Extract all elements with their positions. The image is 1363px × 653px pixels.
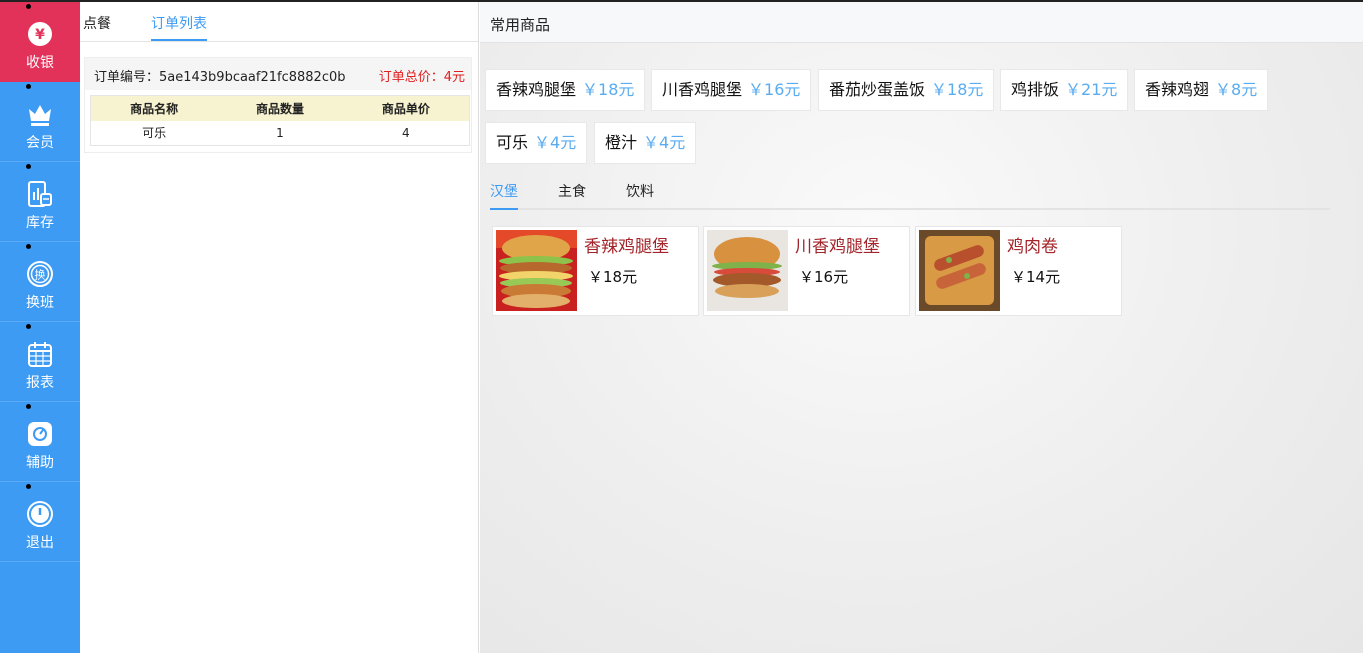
- product-card[interactable]: 鸡肉卷 ￥14元: [915, 226, 1122, 316]
- frequent-item[interactable]: 香辣鸡翅 ￥8元: [1134, 69, 1269, 111]
- product-name: 鸡肉卷: [1007, 237, 1058, 257]
- item-price-cell: 4: [342, 120, 470, 146]
- nav-marker: [26, 484, 31, 489]
- nav-marker: [26, 84, 31, 89]
- page-title: 常用商品: [490, 16, 551, 34]
- nav-marker: [26, 324, 31, 329]
- nav-cashier[interactable]: ¥ 收银: [0, 2, 80, 82]
- category-divider: [490, 208, 1330, 210]
- product-card[interactable]: 川香鸡腿堡 ￥16元: [703, 226, 910, 316]
- assist-icon: [28, 422, 52, 446]
- active-tab-indicator: [151, 39, 207, 41]
- nav-label: 换班: [26, 295, 54, 311]
- frequent-item-price: ￥8元: [1215, 80, 1258, 99]
- item-qty-cell: 1: [217, 120, 343, 146]
- nav-label: 库存: [26, 215, 54, 231]
- calendar-icon: [28, 342, 52, 367]
- nav-marker: [26, 404, 31, 409]
- nav-logout[interactable]: 退出: [0, 482, 80, 562]
- column-header: 商品名称: [90, 95, 218, 121]
- nav-marker: [26, 244, 31, 249]
- table-row: 可乐 1 4: [90, 120, 470, 146]
- nav-label: 收银: [26, 55, 54, 71]
- frequent-item-name: 橙汁: [605, 133, 638, 152]
- sidebar: ¥ 收银 会员 库存 换 换班 报表 辅助 退出: [0, 2, 80, 653]
- frequent-item-name: 川香鸡腿堡: [662, 80, 743, 99]
- product-image: [707, 230, 788, 311]
- column-header: 商品数量: [217, 95, 343, 121]
- product-name: 香辣鸡腿堡: [584, 237, 669, 257]
- product-card[interactable]: 香辣鸡腿堡 ￥18元: [492, 226, 699, 316]
- order-header: 订单编号：5ae143b9bcaaf21fc8882c0b 订单总价：4元: [85, 58, 471, 90]
- svg-text:¥: ¥: [35, 27, 45, 43]
- nav-label: 辅助: [26, 455, 54, 471]
- product-name: 川香鸡腿堡: [795, 237, 880, 257]
- frequent-item[interactable]: 香辣鸡腿堡 ￥18元: [485, 69, 646, 111]
- nav-marker: [26, 4, 31, 9]
- tab-staple[interactable]: 主食: [558, 181, 586, 201]
- frequent-item-name: 香辣鸡腿堡: [496, 80, 577, 99]
- order-card[interactable]: 订单编号：5ae143b9bcaaf21fc8882c0b 订单总价：4元 商品…: [84, 57, 472, 153]
- tab-order-list[interactable]: 订单列表: [151, 13, 207, 33]
- frequent-item-price: ￥4元: [534, 133, 577, 152]
- item-name-cell: 可乐: [90, 120, 218, 146]
- active-category-indicator: [490, 208, 518, 210]
- frequent-item-price: ￥18元: [931, 80, 984, 99]
- frequent-item[interactable]: 橙汁 ￥4元: [594, 122, 697, 164]
- tab-hamburger[interactable]: 汉堡: [490, 181, 518, 201]
- product-price: ￥16元: [799, 268, 849, 286]
- frequent-item[interactable]: 番茄炒蛋盖饭 ￥18元: [818, 69, 995, 111]
- nav-label: 报表: [26, 375, 54, 391]
- inventory-icon: [28, 181, 52, 207]
- nav-report[interactable]: 报表: [0, 322, 80, 402]
- frequent-item-name: 可乐: [496, 133, 529, 152]
- nav-marker: [26, 164, 31, 169]
- frequent-item[interactable]: 川香鸡腿堡 ￥16元: [651, 69, 812, 111]
- product-image: [496, 230, 577, 311]
- tab-order-food[interactable]: 点餐: [83, 13, 111, 33]
- frequent-item-price: ￥18元: [582, 80, 635, 99]
- product-price: ￥18元: [588, 268, 638, 286]
- yen-icon: ¥: [28, 22, 52, 46]
- table-header-row: 商品名称 商品数量 商品单价: [90, 95, 470, 121]
- product-image: [919, 230, 1000, 311]
- frequent-item-price: ￥16元: [748, 80, 801, 99]
- nav-inventory[interactable]: 库存: [0, 162, 80, 242]
- power-icon: [27, 501, 53, 527]
- nav-label: 退出: [26, 535, 54, 551]
- nav-assist[interactable]: 辅助: [0, 402, 80, 482]
- order-tabs: 点餐 订单列表: [80, 2, 478, 42]
- nav-shift[interactable]: 换 换班: [0, 242, 80, 322]
- order-items-table: 商品名称 商品数量 商品单价 可乐 1 4: [90, 95, 470, 146]
- frequent-item-name: 番茄炒蛋盖饭: [829, 80, 926, 99]
- frequent-item[interactable]: 鸡排饭 ￥21元: [1000, 69, 1129, 111]
- column-header: 商品单价: [342, 95, 470, 121]
- nav-label: 会员: [26, 135, 54, 151]
- nav-member[interactable]: 会员: [0, 82, 80, 162]
- shift-change-icon: 换: [27, 261, 53, 287]
- tab-drinks[interactable]: 饮料: [626, 181, 654, 201]
- frequent-item-name: 鸡排饭: [1011, 80, 1060, 99]
- product-price: ￥14元: [1011, 268, 1061, 286]
- svg-text:换: 换: [35, 268, 46, 282]
- goods-panel: 常用商品 香辣鸡腿堡 ￥18元 川香鸡腿堡 ￥16元 番茄炒蛋盖饭 ￥18元 鸡排饭 ￥…: [480, 2, 1363, 653]
- frequent-item-price: ￥21元: [1065, 80, 1118, 99]
- crown-icon: [29, 105, 51, 126]
- frequent-item-price: ￥4元: [643, 133, 686, 152]
- frequent-item-name: 香辣鸡翅: [1145, 80, 1210, 99]
- goods-header: 常用商品: [480, 2, 1363, 43]
- order-total: 订单总价：4元: [378, 70, 465, 85]
- frequent-item[interactable]: 可乐 ￥4元: [485, 122, 588, 164]
- order-panel: 点餐 订单列表 订单编号：5ae143b9bcaaf21fc8882c0b 订单…: [80, 2, 479, 653]
- order-number: 订单编号：5ae143b9bcaaf21fc8882c0b: [94, 70, 346, 85]
